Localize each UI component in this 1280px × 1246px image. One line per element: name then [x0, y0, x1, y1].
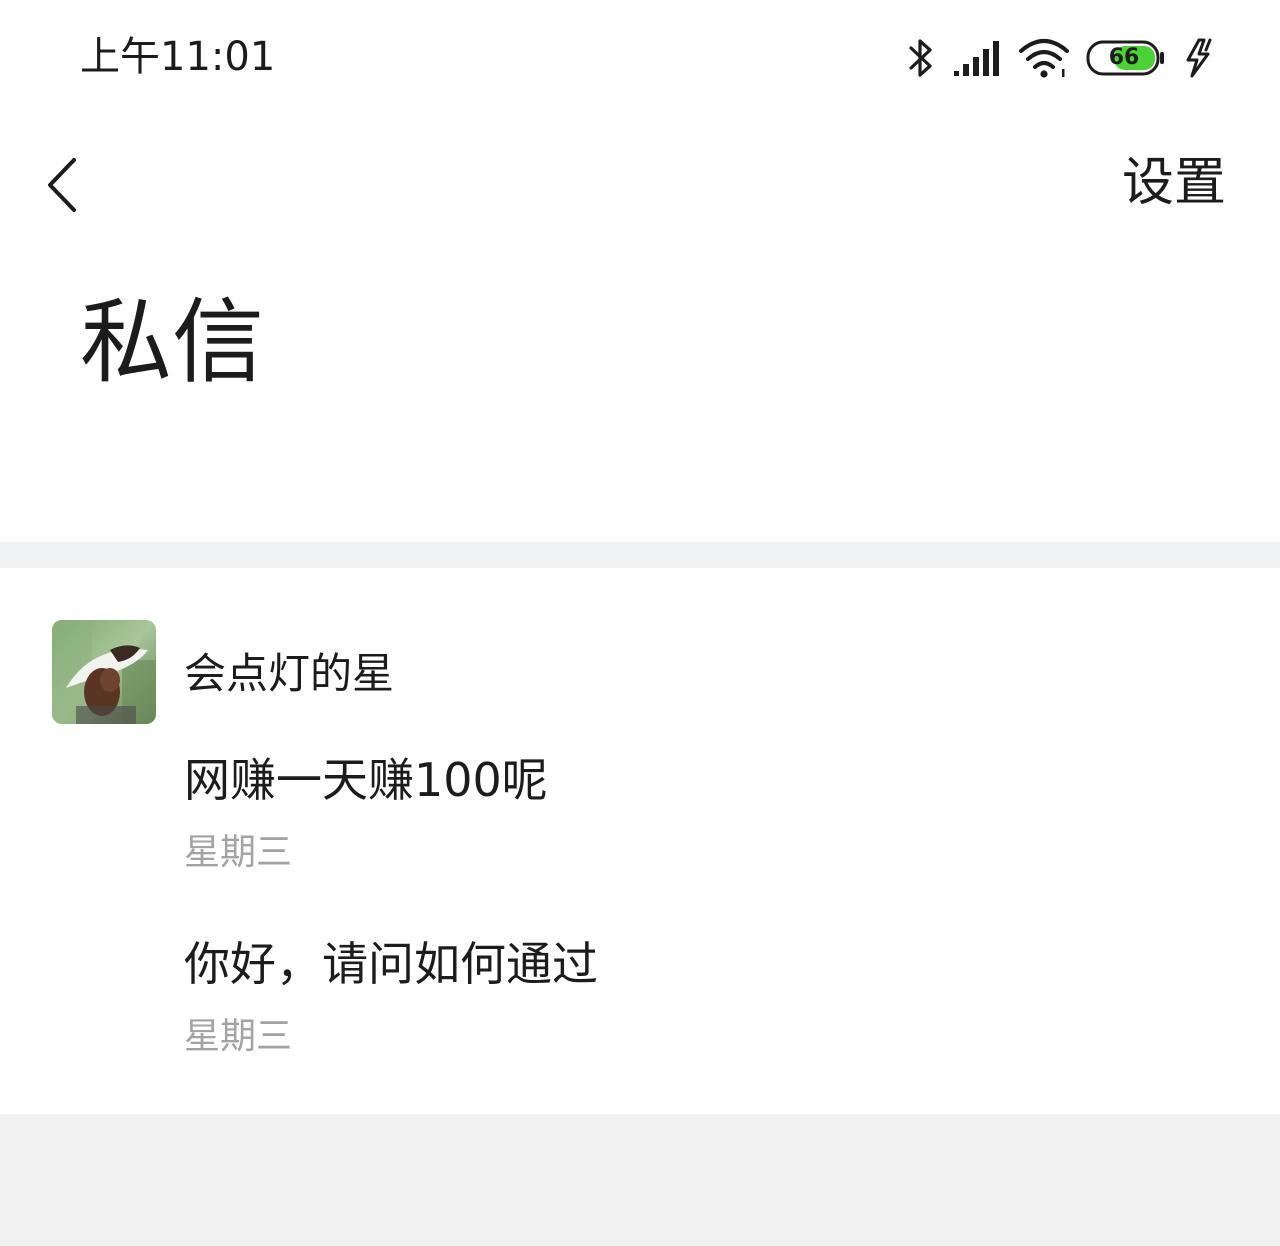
section-divider [0, 542, 1280, 568]
page-title: 私信 [80, 289, 265, 396]
message-time: 星期三 [184, 1016, 293, 1057]
message-time: 星期三 [184, 832, 293, 873]
nav-bar: 设置 [0, 120, 1280, 240]
battery-level: 66 [1108, 45, 1140, 70]
charging-icon [1182, 36, 1218, 80]
status-time: 上午11:01 [80, 34, 276, 80]
sender-name: 会点灯的星 [184, 649, 395, 698]
status-icons: 66 [906, 34, 1218, 82]
wifi-icon [1018, 37, 1070, 79]
message-text: 网赚一天赚100呢 [184, 753, 548, 807]
signal-icon [952, 38, 1002, 78]
message-text: 你好，请问如何通过 [184, 937, 598, 991]
empty-area [0, 1114, 1280, 1246]
back-button[interactable] [36, 150, 96, 220]
settings-button[interactable]: 设置 [1122, 148, 1226, 218]
conversation-item[interactable]: 会点灯的星 网赚一天赚100呢 星期三 你好，请问如何通过 星期三 [0, 568, 1280, 1114]
status-bar: 上午11:01 66 [0, 0, 1280, 110]
bluetooth-icon [906, 36, 936, 80]
chevron-left-icon [36, 158, 96, 224]
battery-icon: 66 [1086, 40, 1166, 76]
avatar[interactable] [52, 620, 156, 724]
